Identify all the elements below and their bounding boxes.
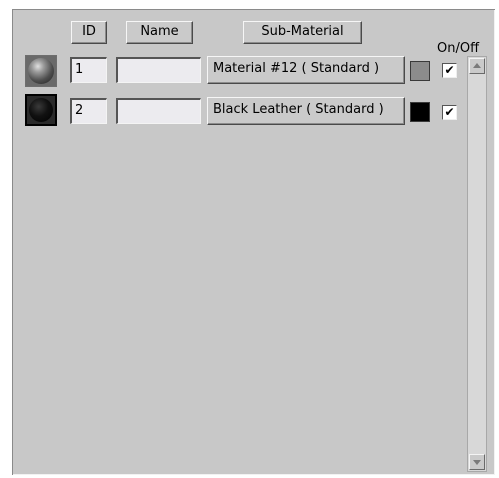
id-field-row-1[interactable]: 1 <box>70 57 107 83</box>
name-column-button[interactable]: Name <box>126 21 193 44</box>
sub-material-button-row-2[interactable]: Black Leather ( Standard ) <box>207 97 405 125</box>
sub-material-column-button[interactable]: Sub-Material <box>243 21 362 44</box>
enable-checkbox-row-2[interactable]: ✔ <box>442 105 457 120</box>
id-field-row-2[interactable]: 2 <box>70 98 107 124</box>
multi-sub-material-panel: ID Name Sub-Material On/Off 1 Material #… <box>12 9 495 475</box>
scroll-down-icon <box>473 460 481 465</box>
enable-checkbox-row-1[interactable]: ✔ <box>442 63 457 78</box>
black-sphere-icon <box>29 98 53 122</box>
material-preview-row-2[interactable] <box>25 94 57 126</box>
color-swatch-row-2[interactable] <box>410 102 430 122</box>
scroll-down-button[interactable] <box>469 454 485 470</box>
color-swatch-row-1[interactable] <box>410 61 430 81</box>
name-field-row-2[interactable] <box>116 98 201 124</box>
vertical-scrollbar[interactable] <box>467 56 487 472</box>
sub-material-button-row-1[interactable]: Material #12 ( Standard ) <box>207 56 405 84</box>
gray-sphere-icon <box>28 58 54 84</box>
scroll-up-icon <box>473 63 481 68</box>
id-column-button[interactable]: ID <box>71 21 107 44</box>
scroll-up-button[interactable] <box>469 58 485 74</box>
material-preview-row-1[interactable] <box>25 55 57 87</box>
on-off-label: On/Off <box>437 41 480 56</box>
name-field-row-1[interactable] <box>116 57 201 83</box>
